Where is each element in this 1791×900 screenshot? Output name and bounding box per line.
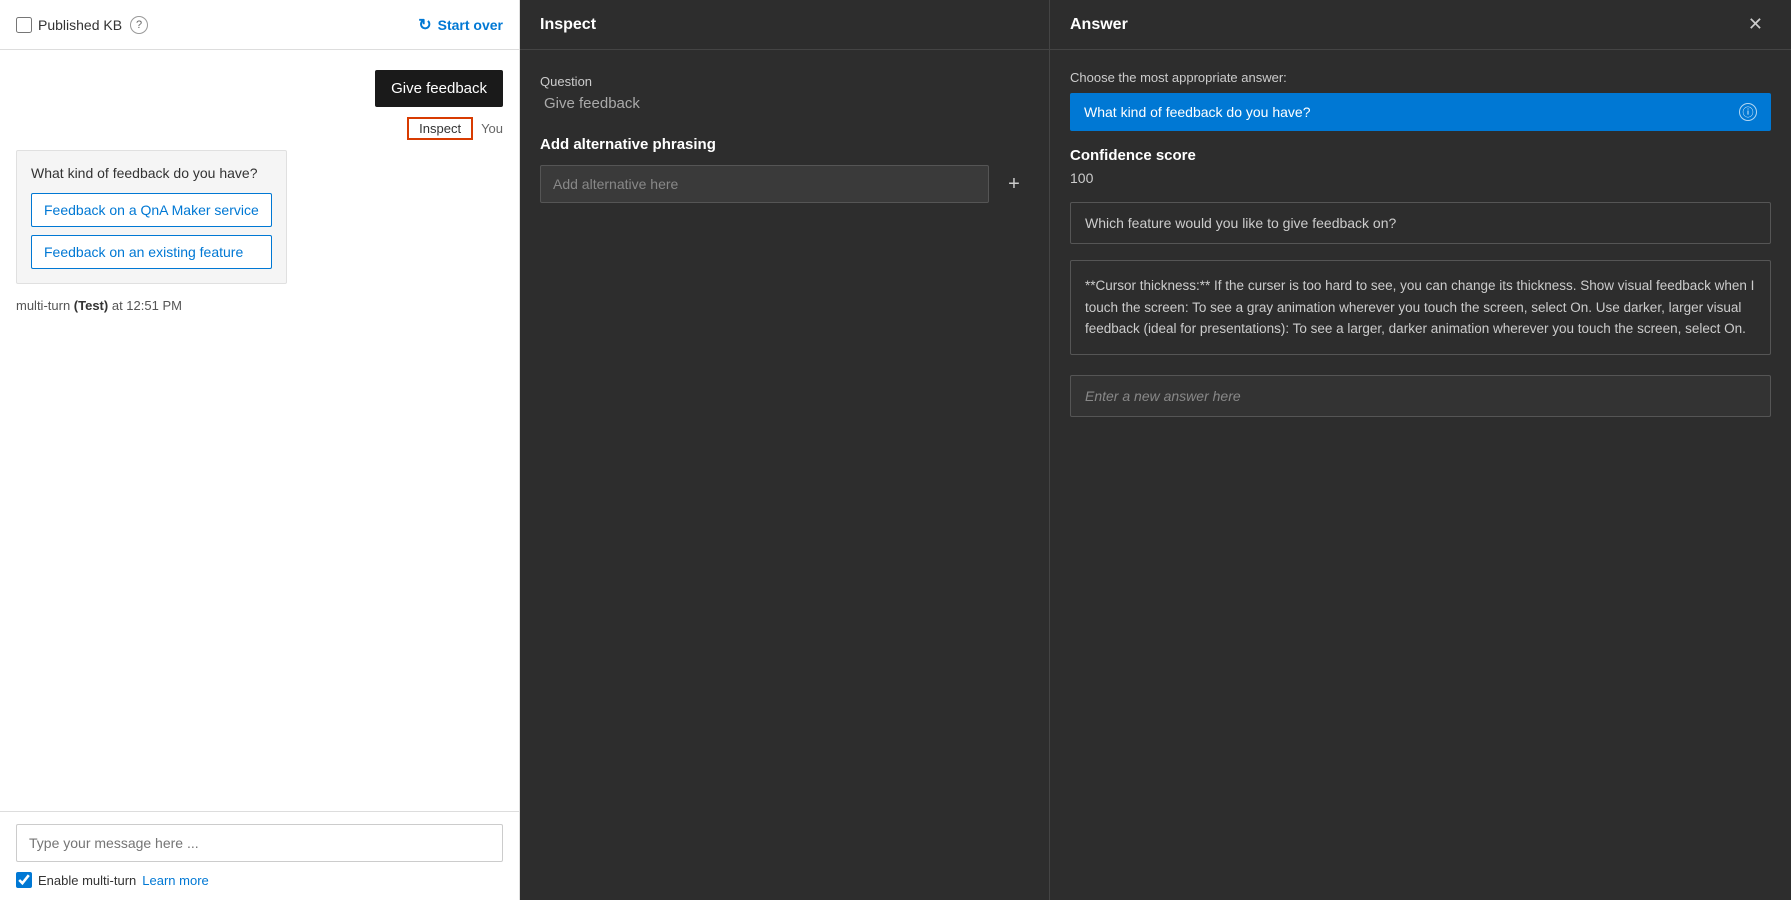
inspect-header: Inspect	[520, 0, 1049, 50]
alt-phrasing-input[interactable]	[540, 165, 989, 203]
answer-header: Answer ✕	[1050, 0, 1791, 50]
multi-turn-bold: (Test)	[74, 298, 108, 313]
multi-turn-info: multi-turn (Test) at 12:51 PM	[16, 294, 503, 317]
give-feedback-bubble: Give feedback	[375, 70, 503, 107]
refresh-icon: ↻	[418, 15, 431, 35]
multi-turn-text: multi-turn	[16, 298, 74, 313]
answer-title: Answer	[1070, 16, 1128, 34]
answer-text-box: **Cursor thickness:** If the curser is t…	[1070, 260, 1771, 355]
alt-input-row: +	[540, 165, 1029, 203]
enable-multi-turn-checkbox[interactable]	[16, 872, 32, 888]
published-kb-checkbox[interactable]	[16, 17, 32, 33]
inspect-content: Question Give feedback Add alternative p…	[520, 50, 1049, 900]
chat-area: Give feedback Inspect You What kind of f…	[0, 50, 519, 900]
answer-content: Choose the most appropriate answer: What…	[1050, 50, 1791, 900]
selected-answer-text: What kind of feedback do you have?	[1084, 104, 1310, 120]
info-icon[interactable]: ⓘ	[1739, 103, 1757, 121]
multi-turn-time: at 12:51 PM	[108, 298, 182, 313]
inspect-panel: Inspect Question Give feedback Add alter…	[520, 0, 1050, 900]
left-panel: Published KB ? ↻ Start over Give feedbac…	[0, 0, 520, 900]
learn-more-link[interactable]: Learn more	[142, 873, 208, 888]
chat-input[interactable]	[16, 824, 503, 862]
answer-choose-section: Choose the most appropriate answer: What…	[1070, 70, 1771, 131]
published-kb-checkbox-label[interactable]: Published KB	[16, 17, 122, 33]
alt-phrasing-label: Add alternative phrasing	[540, 136, 1029, 153]
left-header: Published KB ? ↻ Start over	[0, 0, 519, 50]
suggestion-existing-feature[interactable]: Feedback on an existing feature	[31, 235, 272, 269]
add-alternative-button[interactable]: +	[999, 169, 1029, 199]
inspect-title: Inspect	[540, 16, 596, 34]
chat-messages: Give feedback Inspect You What kind of f…	[0, 50, 519, 811]
confidence-section: Confidence score 100	[1070, 147, 1771, 186]
published-kb-label: Published KB	[38, 17, 122, 33]
inspect-button[interactable]: Inspect	[407, 117, 473, 140]
enable-multi-turn-row: Enable multi-turn Learn more	[16, 872, 503, 888]
bot-response-card: What kind of feedback do you have? Feedb…	[16, 150, 287, 284]
confidence-value: 100	[1070, 170, 1771, 186]
close-button[interactable]: ✕	[1740, 10, 1771, 39]
enable-multi-turn-label: Enable multi-turn	[38, 873, 136, 888]
you-label: You	[481, 121, 503, 136]
new-answer-input[interactable]	[1070, 375, 1771, 417]
selected-answer-option[interactable]: What kind of feedback do you have? ⓘ	[1070, 93, 1771, 131]
inspect-you-row: Inspect You	[16, 117, 503, 140]
start-over-button[interactable]: ↻ Start over	[418, 15, 503, 35]
prompt-box: Which feature would you like to give fee…	[1070, 202, 1771, 244]
answer-panel: Answer ✕ Choose the most appropriate ans…	[1050, 0, 1791, 900]
confidence-label: Confidence score	[1070, 147, 1771, 164]
start-over-label: Start over	[438, 17, 503, 33]
chat-input-area: Enable multi-turn Learn more	[0, 811, 519, 900]
question-value: Give feedback	[540, 95, 1029, 112]
choose-answer-label: Choose the most appropriate answer:	[1070, 70, 1771, 85]
help-icon[interactable]: ?	[130, 16, 148, 34]
suggestion-qna-maker[interactable]: Feedback on a QnA Maker service	[31, 193, 272, 227]
bot-question: What kind of feedback do you have?	[31, 165, 272, 181]
header-left: Published KB ?	[16, 16, 148, 34]
question-section-label: Question	[540, 74, 1029, 89]
